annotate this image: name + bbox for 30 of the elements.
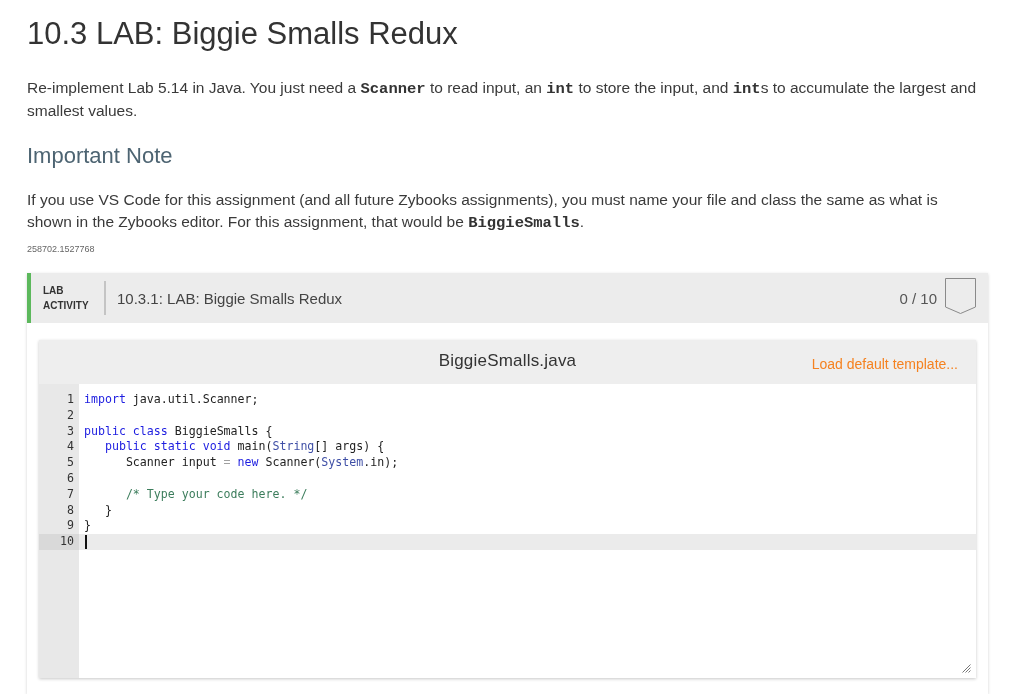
note-heading: Important Note (27, 142, 174, 170)
intro-paragraph: Re-implement Lab 5.14 in Java. You just need a Scanner to read input, an int to store the input, and ints to accumulate the largest and smallest values. (27, 78, 978, 121)
line-number: 8 (66, 502, 75, 519)
code-line: import java.util.Scanner; (84, 392, 259, 408)
text-cursor (85, 535, 87, 550)
code-line: } (84, 518, 91, 535)
line-number: 10 (39, 534, 79, 550)
resize-handle-icon[interactable] (962, 664, 971, 673)
line-number: 6 (66, 471, 75, 487)
activity-type-label: LAB ACTIVITY (43, 284, 90, 313)
code-line: public static void main(String[] args) { (104, 439, 385, 456)
line-number: 9 (66, 518, 75, 535)
code-line: public class BiggieSmalls { (84, 423, 273, 440)
filename-label: BiggieSmalls.java (438, 350, 577, 371)
line-number: 7 (66, 486, 75, 503)
line-number: 5 (66, 455, 75, 471)
line-number: 3 (66, 423, 75, 440)
code-line: } (104, 502, 112, 519)
code-line: Scanner input = new Scanner(System.in); (125, 455, 399, 471)
line-number: 1 (66, 392, 75, 408)
badge-outline-icon (945, 278, 976, 314)
content-id-label: 258702.1527768 (27, 243, 96, 255)
line-number: 2 (66, 407, 75, 424)
activity-title: 10.3.1: LAB: Biggie Smalls Redux (117, 289, 343, 307)
score-label: 0 / 10 (899, 289, 937, 307)
code-line: /* Type your code here. */ (125, 486, 308, 503)
line-number: 4 (66, 439, 75, 456)
page-title: 10.3 LAB: Biggie Smalls Redux (27, 15, 459, 53)
note-paragraph: If you use VS Code for this assignment (and all future Zybooks assignments), you must name your file and class the same as what is shown in the Zybooks editor. For this assignment, that would be BiggieSmalls. (27, 190, 939, 234)
code-editor[interactable]: 1 2 3 4 5 6 7 8 9 10 import java.util.Scanner; public class BiggieSmalls { public static void main(String[] args) { Scanner input = new Scanner(System.in); /* Type your code here. */ } } (39, 384, 976, 678)
